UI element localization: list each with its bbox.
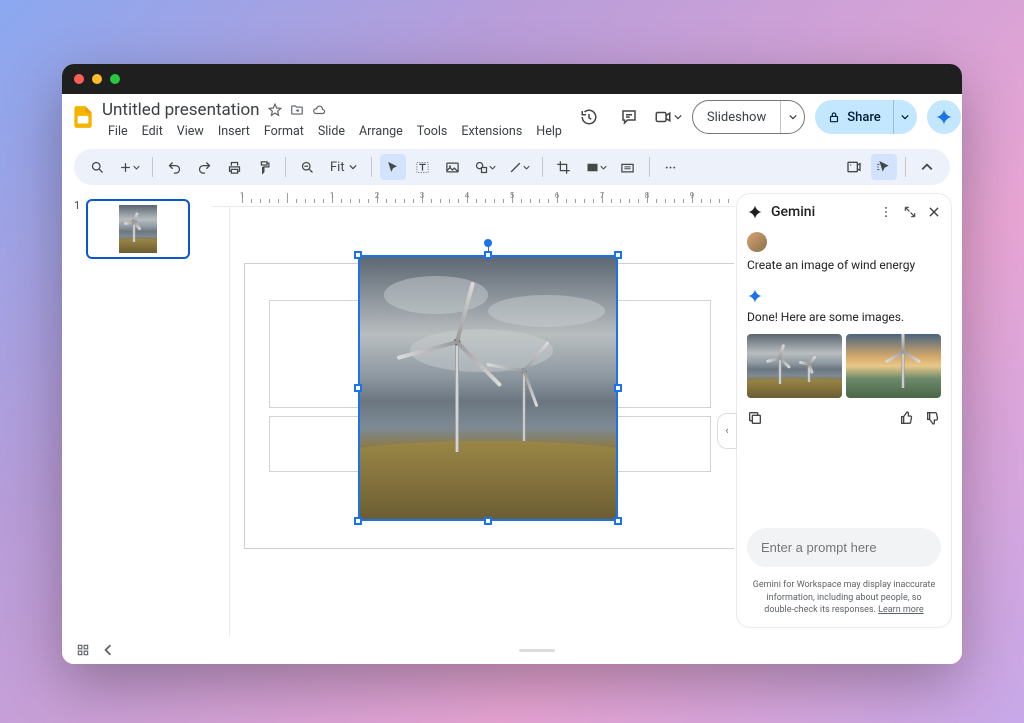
mask-image-icon[interactable] <box>581 154 611 180</box>
slide-number: 1 <box>74 199 80 259</box>
thumbs-up-icon[interactable] <box>899 410 915 426</box>
gemini-disclaimer: Gemini for Workspace may display inaccur… <box>737 575 951 627</box>
crop-icon[interactable] <box>551 154 577 180</box>
motion-icon[interactable] <box>871 154 897 180</box>
selected-image[interactable] <box>358 255 618 521</box>
grid-view-icon[interactable] <box>76 643 90 657</box>
gemini-expand-icon[interactable] <box>903 205 917 219</box>
menu-arrange[interactable]: Arrange <box>353 122 409 141</box>
shape-icon[interactable] <box>470 154 500 180</box>
resize-handle-w[interactable] <box>354 384 362 392</box>
menu-edit[interactable]: Edit <box>136 122 169 141</box>
lock-icon <box>827 110 841 124</box>
slideshow-button: Slideshow <box>692 100 805 134</box>
gemini-response-text: Done! Here are some images. <box>747 310 941 324</box>
gemini-prompt-input[interactable] <box>747 528 941 567</box>
copy-image-icon[interactable] <box>747 410 763 426</box>
slideshow-main[interactable]: Slideshow <box>693 110 780 125</box>
menu-insert[interactable]: Insert <box>212 122 256 141</box>
share-dropdown[interactable] <box>893 100 917 134</box>
menubar: File Edit View Insert Format Slide Arran… <box>102 122 568 141</box>
toolbar: Fit <box>74 149 950 185</box>
generated-image-1[interactable] <box>747 334 842 398</box>
slideshow-dropdown[interactable] <box>780 101 804 133</box>
document-title[interactable]: Untitled presentation <box>102 100 260 120</box>
generated-image-2[interactable] <box>846 334 941 398</box>
resize-handle-ne[interactable] <box>614 251 622 259</box>
redo-icon[interactable] <box>191 154 217 180</box>
gemini-spark-icon <box>747 204 763 220</box>
gemini-close-icon[interactable] <box>927 205 941 219</box>
move-to-folder-icon[interactable] <box>290 103 304 117</box>
share-label: Share <box>847 110 881 125</box>
bottom-bar <box>62 636 962 664</box>
menu-slide[interactable]: Slide <box>312 122 351 141</box>
slides-logo[interactable] <box>70 102 96 132</box>
resize-handle-s[interactable] <box>484 517 492 525</box>
resize-handle-nw[interactable] <box>354 251 362 259</box>
search-menus-icon[interactable] <box>84 154 110 180</box>
explore-icon[interactable] <box>102 644 114 656</box>
header: Untitled presentation File Edit View Ins… <box>62 94 962 145</box>
menu-view[interactable]: View <box>171 122 210 141</box>
thumbnail-preview <box>119 205 157 253</box>
menu-extensions[interactable]: Extensions <box>455 122 528 141</box>
gemini-more-icon[interactable] <box>879 205 893 219</box>
reset-image-icon[interactable] <box>615 154 641 180</box>
new-slide-icon[interactable] <box>114 154 144 180</box>
filmstrip: 1 <box>62 189 212 636</box>
zoom-out-icon[interactable] <box>294 154 320 180</box>
more-tools-icon[interactable] <box>658 154 684 180</box>
slide-canvas[interactable] <box>212 207 734 636</box>
app-window: Untitled presentation File Edit View Ins… <box>62 64 962 664</box>
textbox-icon[interactable] <box>410 154 436 180</box>
gemini-panel: Gemini Create an image of wind energy Do… <box>736 193 952 628</box>
rotate-handle[interactable] <box>484 239 492 247</box>
menu-file[interactable]: File <box>102 122 134 141</box>
print-icon[interactable] <box>221 154 247 180</box>
slide-thumbnail-1[interactable]: 1 <box>74 199 200 259</box>
resize-handle-n[interactable] <box>484 251 492 259</box>
slides-app: Untitled presentation File Edit View Ins… <box>62 94 962 664</box>
insert-image-icon[interactable] <box>440 154 466 180</box>
ruler-horizontal: 1123456789 <box>212 189 734 207</box>
resize-handle-se[interactable] <box>614 517 622 525</box>
line-icon[interactable] <box>504 154 534 180</box>
meet-icon[interactable] <box>654 102 682 132</box>
zoom-fit[interactable]: Fit <box>324 154 363 180</box>
star-icon[interactable] <box>268 103 282 117</box>
traffic-minimize[interactable] <box>92 74 102 84</box>
user-avatar <box>747 232 767 252</box>
menu-format[interactable]: Format <box>258 122 310 141</box>
gemini-button[interactable] <box>927 100 961 134</box>
gemini-title: Gemini <box>771 204 815 220</box>
canvas-area: 1123456789 <box>212 189 734 636</box>
thumbs-down-icon[interactable] <box>925 410 941 426</box>
traffic-close[interactable] <box>74 74 84 84</box>
undo-icon[interactable] <box>161 154 187 180</box>
image-options-icon[interactable] <box>841 154 867 180</box>
mac-titlebar <box>62 64 962 94</box>
share-main[interactable]: Share <box>815 110 893 125</box>
collapse-panel-icon[interactable]: ‹ <box>717 413 737 449</box>
gemini-response-spark-icon <box>747 288 763 304</box>
share-button: Share <box>815 100 917 134</box>
learn-more-link[interactable]: Learn more <box>878 605 924 615</box>
user-prompt-text: Create an image of wind energy <box>747 258 941 272</box>
traffic-zoom[interactable] <box>110 74 120 84</box>
history-icon[interactable] <box>574 102 604 132</box>
comments-icon[interactable] <box>614 102 644 132</box>
resize-handle-sw[interactable] <box>354 517 362 525</box>
menu-tools[interactable]: Tools <box>411 122 454 141</box>
paint-format-icon[interactable] <box>251 154 277 180</box>
cloud-status-icon[interactable] <box>312 103 326 117</box>
menu-help[interactable]: Help <box>530 122 568 141</box>
workspace: 1 1123456789 <box>62 189 962 636</box>
hide-menus-icon[interactable] <box>914 154 940 180</box>
select-tool-icon[interactable] <box>380 154 406 180</box>
resize-handle-e[interactable] <box>614 384 622 392</box>
windmill-image <box>358 255 618 521</box>
speaker-notes-grip[interactable] <box>519 649 555 652</box>
